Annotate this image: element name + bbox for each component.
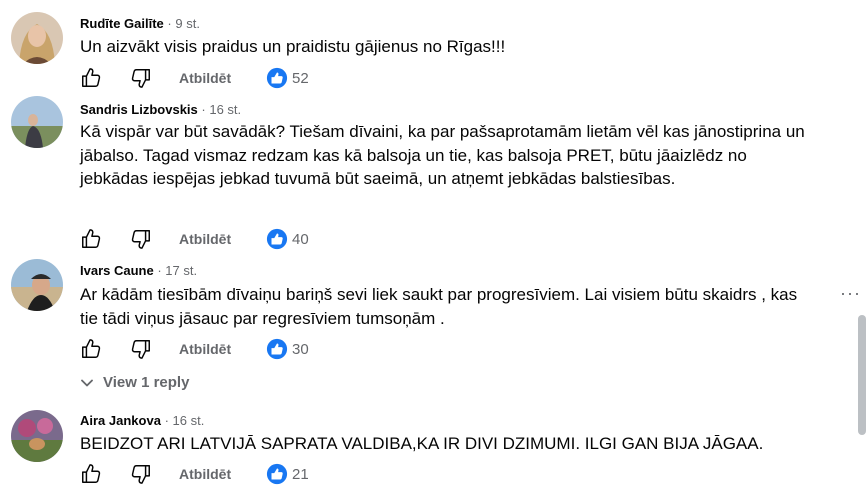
comment-text: Kā vispār var būt savādāk? Tiešam dīvain… [80,122,805,188]
like-count: 30 [292,340,309,358]
like-button[interactable] [80,67,102,94]
author-name[interactable]: Sandris Lizbovskis [80,102,198,117]
view-replies-label: View 1 reply [103,374,190,391]
separator: · [201,102,206,117]
avatar[interactable] [11,96,63,148]
reply-button[interactable]: Atbildēt [179,70,231,86]
reaction-count[interactable]: 40 [266,228,309,250]
thumbs-up-outline-icon [82,68,101,87]
author-name[interactable]: Rudīte Gailīte [80,16,164,31]
blue-like-reaction-icon [266,338,288,360]
separator: · [164,413,169,428]
comment-text: BEIDZOT ARI LATVIJĀ SAPRATA VALDIBA,KA I… [80,434,764,453]
reply-button[interactable]: Atbildēt [179,341,231,357]
comment-text: Un aizvākt visis praidus un praidistu gā… [80,37,506,56]
thumbs-down-outline-icon [131,230,150,249]
comment-age[interactable]: 16 st. [173,413,205,428]
view-replies-button[interactable]: View 1 reply [80,374,189,391]
like-button[interactable] [80,338,102,365]
thumbs-up-outline-icon [82,229,101,248]
reply-button[interactable]: Atbildēt [179,466,231,482]
avatar[interactable] [11,410,63,462]
like-count: 52 [292,69,309,87]
like-button[interactable] [80,463,102,490]
like-button[interactable] [80,228,102,255]
blue-like-reaction-icon [266,463,288,485]
thumbs-down-outline-icon [131,465,150,484]
author-name[interactable]: Aira Jankova [80,413,161,428]
blue-like-reaction-icon [266,67,288,89]
separator: · [167,16,172,31]
dislike-button[interactable] [130,228,152,255]
comment-age[interactable]: 16 st. [209,102,241,117]
author-name[interactable]: Ivars Caune [80,263,154,278]
avatar[interactable] [11,259,63,311]
comment-age[interactable]: 17 st. [165,263,197,278]
blue-like-reaction-icon [266,228,288,250]
like-count: 40 [292,230,309,248]
dislike-button[interactable] [130,338,152,365]
comment-text: Ar kādām tiesībām dīvaiņu bariņš sevi li… [80,285,798,328]
dislike-button[interactable] [130,67,152,94]
reaction-count[interactable]: 30 [266,338,309,360]
comment-age[interactable]: 9 st. [175,16,200,31]
reply-button[interactable]: Atbildēt [179,231,231,247]
thumbs-down-outline-icon [131,340,150,359]
scrollbar-thumb[interactable] [858,315,866,435]
like-count: 21 [292,465,309,483]
separator: · [157,263,162,278]
thumbs-up-outline-icon [82,464,101,483]
reaction-count[interactable]: 52 [266,67,309,89]
thumbs-up-outline-icon [82,339,101,358]
comment: Rudīte Gailīte · 9 st. Un aizvākt visis … [0,0,840,92]
thumbs-down-outline-icon [131,69,150,88]
dislike-button[interactable] [130,463,152,490]
chevron-down-icon [81,379,93,386]
reaction-count[interactable]: 21 [266,463,309,485]
avatar[interactable] [11,12,63,64]
